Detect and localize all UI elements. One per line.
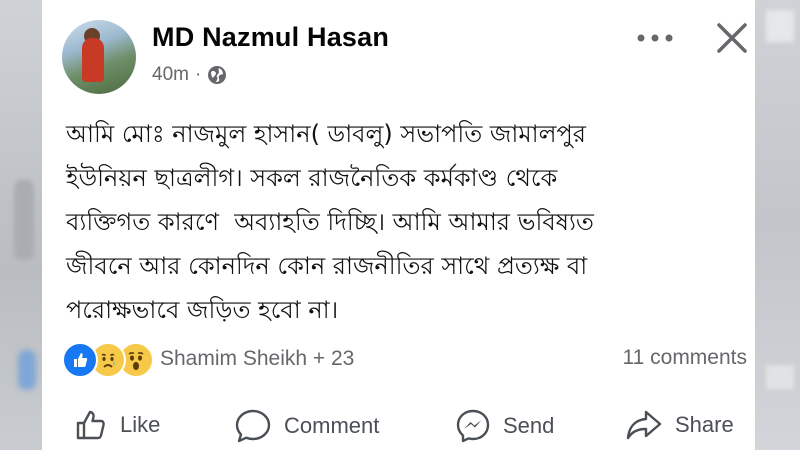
thumbs-up-icon xyxy=(76,410,105,440)
post-card: MD Nazmul Hasan 40m · আমি মোঃ নাজমুল হাস… xyxy=(42,0,755,450)
background-blur xyxy=(14,180,34,260)
background-blur xyxy=(766,10,794,42)
reactions-bar[interactable]: Shamim Sheikh + 23 xyxy=(62,342,354,378)
globe-icon[interactable] xyxy=(207,65,227,85)
background-left xyxy=(0,0,42,450)
reactors-summary[interactable]: Shamim Sheikh + 23 xyxy=(160,347,354,371)
share-icon xyxy=(626,410,662,440)
send-button[interactable]: Send xyxy=(455,408,554,444)
comment-icon xyxy=(235,409,271,443)
comment-label: Comment xyxy=(284,413,380,438)
share-button[interactable]: Share xyxy=(625,408,734,442)
reaction-icons[interactable] xyxy=(62,342,154,378)
comments-count[interactable]: 11 comments xyxy=(623,346,748,370)
more-options-button[interactable] xyxy=(630,20,680,56)
close-button[interactable] xyxy=(710,16,754,60)
meta-separator: · xyxy=(194,64,202,85)
like-button[interactable]: Like xyxy=(74,408,160,442)
like-label: Like xyxy=(120,412,161,437)
comment-button[interactable]: Comment xyxy=(234,408,379,444)
more-dots-icon xyxy=(637,34,673,42)
post-body: আমি মোঃ নাজমুল হাসান( ডাবলু) সভাপতি জামা… xyxy=(66,120,594,324)
send-label: Send xyxy=(503,413,555,438)
post-meta: 40m · xyxy=(152,64,227,86)
background-right xyxy=(755,0,800,450)
author-name[interactable]: MD Nazmul Hasan xyxy=(152,22,389,53)
messenger-icon xyxy=(456,409,490,443)
post-time[interactable]: 40m xyxy=(152,64,189,86)
share-label: Share xyxy=(675,412,734,437)
avatar[interactable] xyxy=(62,20,136,94)
background-blur xyxy=(18,350,36,390)
avatar-person xyxy=(82,38,104,82)
action-bar: Like Comment Send Share xyxy=(42,400,755,450)
close-icon xyxy=(717,23,747,53)
background-blur xyxy=(766,365,794,389)
like-icon xyxy=(62,342,98,378)
